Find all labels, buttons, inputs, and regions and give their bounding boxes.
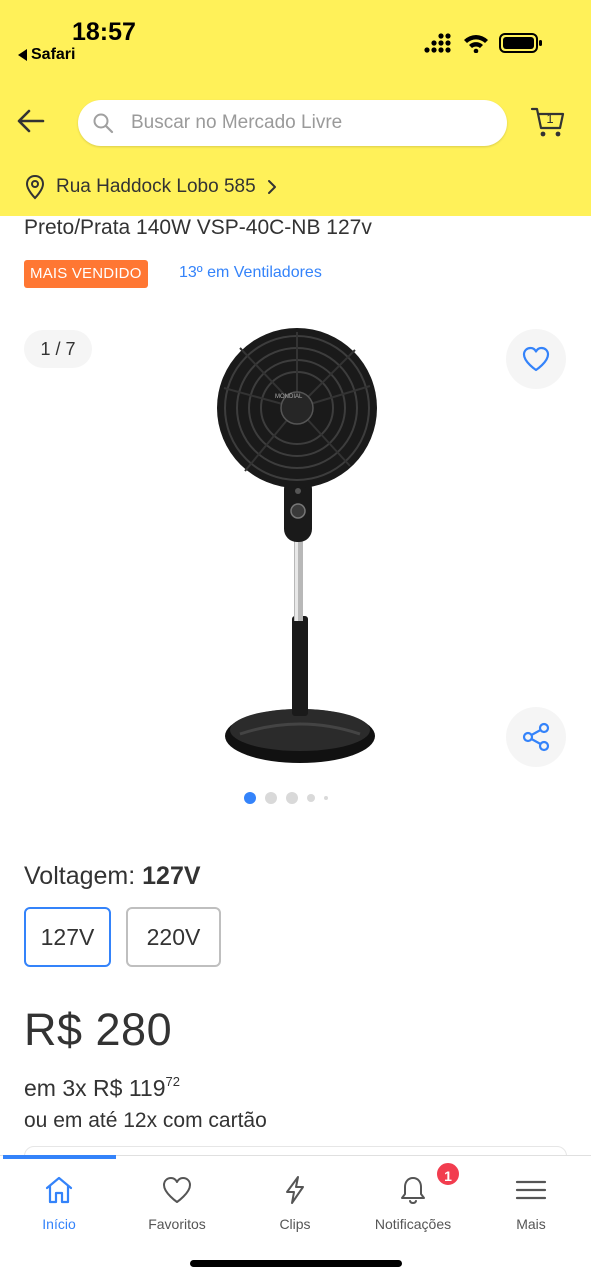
tab-inicio[interactable]: Início (0, 1174, 118, 1232)
voltage-label-text: Voltagem: (24, 862, 136, 890)
product-image-fan[interactable]: MONDIAL (200, 326, 390, 772)
product-price: R$ 280 (24, 1004, 173, 1055)
status-time: 18:57 (72, 18, 136, 46)
tab-label: Início (42, 1216, 76, 1232)
voltage-option-220v[interactable]: 220V (126, 907, 221, 967)
delivery-address[interactable]: Rua Haddock Lobo 585 (24, 174, 278, 200)
best-seller-badge: MAIS VENDIDO (24, 260, 148, 288)
menu-icon (515, 1180, 547, 1200)
cart-count: 1 (546, 111, 553, 126)
tab-clips[interactable]: Clips (236, 1174, 354, 1232)
voltage-selected: 127V (142, 862, 201, 890)
bell-icon (401, 1177, 425, 1205)
heart-icon (522, 346, 550, 372)
installment-cents: 72 (165, 1074, 180, 1089)
back-triangle-icon (18, 49, 27, 61)
tab-label: Favoritos (148, 1216, 206, 1232)
app-header: 18:57 Safari Buscar no Mercado Livre 1 R… (0, 0, 591, 216)
home-icon (45, 1176, 73, 1204)
heart-icon (163, 1177, 191, 1203)
back-arrow-icon[interactable] (16, 104, 46, 138)
product-title: Preto/Prata 140W VSP-40C-NB 127v (24, 216, 372, 239)
image-brand-text: MONDIAL (275, 394, 303, 400)
tab-label: Clips (279, 1216, 311, 1232)
tab-mais[interactable]: Mais (472, 1174, 590, 1232)
search-placeholder: Buscar no Mercado Livre (131, 112, 343, 133)
gallery-dot[interactable] (324, 796, 328, 800)
gallery-dot[interactable] (265, 792, 277, 804)
location-pin-icon (25, 174, 45, 200)
category-ranking-link[interactable]: 13º em Ventiladores (179, 264, 322, 282)
gallery-dot[interactable] (286, 792, 298, 804)
tab-label: Mais (516, 1216, 546, 1232)
lightning-icon (286, 1176, 304, 1204)
search-icon (93, 113, 114, 134)
cellular-signal-icon (424, 33, 451, 53)
installment-info: em 3x R$ 11972 (24, 1074, 180, 1102)
installment-amount: em 3x R$ 119 (24, 1075, 166, 1101)
voltage-option-127v[interactable]: 127V (24, 907, 111, 967)
search-bar[interactable]: Buscar no Mercado Livre (78, 100, 507, 146)
gallery-counter: 1 / 7 (24, 330, 92, 368)
address-text: Rua Haddock Lobo 585 (56, 176, 256, 197)
home-indicator[interactable] (190, 1260, 402, 1267)
favorite-button[interactable] (506, 329, 566, 389)
chevron-right-icon (267, 180, 276, 194)
card-installments: ou em até 12x com cartão (24, 1109, 267, 1132)
notification-count-badge: 1 (435, 1161, 461, 1187)
gallery-dot-active[interactable] (244, 792, 256, 804)
share-button[interactable] (506, 707, 566, 767)
gallery-dot[interactable] (307, 794, 315, 802)
share-icon (522, 722, 550, 752)
gallery-dots (244, 792, 328, 804)
status-icons (423, 32, 543, 54)
tab-favoritos[interactable]: Favoritos (118, 1174, 236, 1232)
voltage-label: Voltagem: 127V (24, 862, 201, 891)
battery-icon (499, 33, 542, 53)
wifi-icon (464, 35, 488, 53)
back-to-safari[interactable]: Safari (18, 46, 75, 64)
back-app-label: Safari (31, 46, 76, 63)
active-tab-indicator (3, 1155, 116, 1159)
tab-label: Notificações (374, 1216, 452, 1232)
cart-icon[interactable]: 1 (530, 104, 566, 140)
